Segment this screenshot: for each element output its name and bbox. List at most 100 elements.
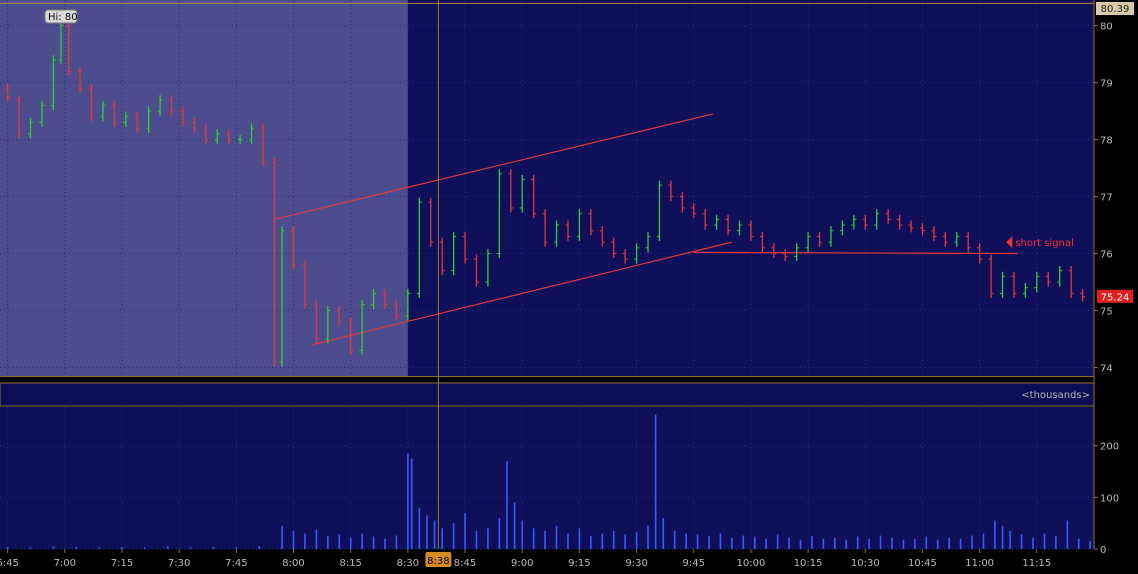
volume-bar <box>426 515 428 549</box>
price-tick-label: 78 <box>1100 136 1113 147</box>
volume-bar <box>731 537 733 549</box>
cursor-time-label: 8:38 <box>427 556 449 567</box>
volume-bar <box>281 525 283 549</box>
volume-bar <box>635 532 638 549</box>
volume-bar <box>235 547 238 549</box>
volume-bar <box>166 546 169 549</box>
volume-bar <box>212 546 215 549</box>
time-tick-label: 7:15 <box>111 558 133 569</box>
volume-bar <box>144 547 146 549</box>
volume-bar <box>384 538 386 549</box>
volume-bar <box>121 546 123 549</box>
volume-bar <box>567 533 569 549</box>
current-price-label: 80.39 <box>1101 4 1130 15</box>
short-signal-annotation: short signal <box>1015 238 1073 249</box>
volume-bar <box>1089 541 1091 549</box>
volume-bar <box>75 546 78 549</box>
volume-bar <box>799 539 802 549</box>
time-tick-label: 10:00 <box>737 558 766 569</box>
hi-label: Hi: 80 <box>48 12 78 23</box>
price-tick-label: 79 <box>1100 79 1113 90</box>
volume-bar <box>498 518 501 549</box>
price-tick-label: 75 <box>1100 306 1113 317</box>
volume-bar <box>959 538 962 549</box>
volume-bar <box>29 547 32 549</box>
volume-bar <box>719 533 722 549</box>
volume-bar <box>555 525 558 549</box>
volume-tick-label: 200 <box>1100 442 1119 453</box>
volume-bar <box>410 458 413 549</box>
time-tick-label: 10:30 <box>851 558 880 569</box>
volume-bar <box>856 536 859 549</box>
volume-bar <box>776 534 779 549</box>
volume-bar <box>441 528 443 549</box>
volume-bar <box>395 535 398 549</box>
volume-bar <box>742 535 745 549</box>
volume-bar <box>258 546 261 549</box>
time-tick-label: 8:30 <box>397 558 419 569</box>
volume-bar <box>891 537 893 549</box>
volume-bar <box>833 537 836 549</box>
volume-bar <box>612 530 615 549</box>
chart-svg: 80 79 78 77 76 75 74 200 100 0 6:45 7:00 7:15 7:30 7… <box>0 0 1138 570</box>
volume-bar <box>845 539 848 549</box>
volume-bar <box>315 529 318 549</box>
volume-tick-label: 100 <box>1100 493 1119 504</box>
volume-header <box>0 382 1095 407</box>
time-tick-label: 9:00 <box>511 558 533 569</box>
volume-bar <box>189 547 192 549</box>
volume-bar <box>902 539 905 549</box>
volume-bar <box>1032 537 1034 549</box>
volume-bar <box>349 537 352 549</box>
volume-bar <box>338 534 341 549</box>
volume-bar <box>1066 520 1069 549</box>
volume-bar <box>948 537 950 549</box>
volume-bar <box>788 537 790 549</box>
volume-bar <box>1055 536 1057 549</box>
volume-bar <box>662 518 665 549</box>
last-price-label: 75.24 <box>1101 292 1130 303</box>
volume-bar <box>879 535 882 549</box>
volume-bar <box>765 538 767 549</box>
volume-bar <box>1077 538 1080 549</box>
volume-bar <box>464 512 466 549</box>
volume-bar <box>532 528 535 549</box>
volume-bar <box>98 547 100 549</box>
volume-bar <box>811 536 813 549</box>
time-tick-label: 11:15 <box>1022 558 1051 569</box>
volume-bar <box>1020 534 1023 549</box>
time-tick-label: 9:45 <box>683 558 705 569</box>
volume-bar <box>578 528 581 549</box>
time-tick-label: 6:45 <box>0 558 19 569</box>
chart-root: 80 79 78 77 76 75 74 200 100 0 6:45 7:00 7:15 7:30 7… <box>0 0 1138 570</box>
volume-bar <box>971 535 973 549</box>
volume-bar <box>407 453 409 549</box>
time-tick-label: 7:45 <box>225 558 247 569</box>
volume-bar <box>544 530 546 549</box>
volume-bar <box>52 546 55 549</box>
volume-bar <box>696 534 699 549</box>
time-tick-label: 10:15 <box>794 558 823 569</box>
volume-bar <box>936 539 939 549</box>
volume-bar <box>513 502 516 549</box>
volume-bar <box>868 538 870 549</box>
volume-bar <box>624 534 626 549</box>
volume-bar <box>475 530 478 549</box>
time-tick-label: 8:45 <box>454 558 476 569</box>
time-tick-label: 8:00 <box>282 558 304 569</box>
volume-bar <box>452 523 455 549</box>
volume-bar <box>914 538 916 549</box>
volume-bar <box>433 520 436 549</box>
price-tick-label: 76 <box>1100 250 1113 261</box>
volume-bar <box>753 536 756 549</box>
volume-bar <box>994 520 996 549</box>
volume-bar <box>361 533 363 549</box>
time-tick-label: 7:30 <box>168 558 190 569</box>
volume-bar <box>487 528 489 549</box>
volume-bar <box>708 536 710 549</box>
volume-bar <box>654 414 657 549</box>
time-tick-label: 9:30 <box>625 558 647 569</box>
volume-bar <box>506 461 508 549</box>
time-tick-label: 9:15 <box>568 558 590 569</box>
volume-bar <box>1001 525 1004 549</box>
